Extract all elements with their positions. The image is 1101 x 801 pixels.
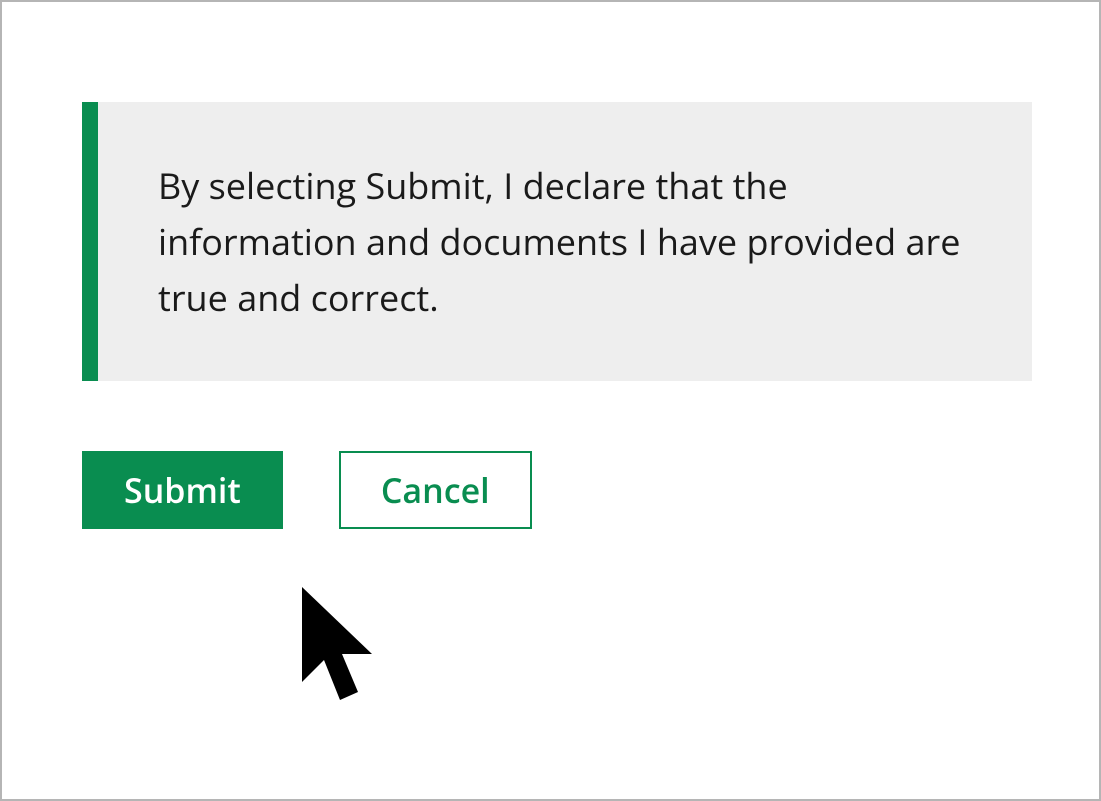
declaration-panel: By selecting Submit, I declare that the … [82, 102, 1032, 381]
dialog-frame: By selecting Submit, I declare that the … [0, 0, 1101, 801]
cancel-button[interactable]: Cancel [339, 451, 532, 529]
submit-button[interactable]: Submit [82, 451, 283, 529]
cursor-icon [292, 582, 392, 722]
button-row: Submit Cancel [82, 451, 1031, 529]
declaration-text: By selecting Submit, I declare that the … [158, 158, 972, 325]
